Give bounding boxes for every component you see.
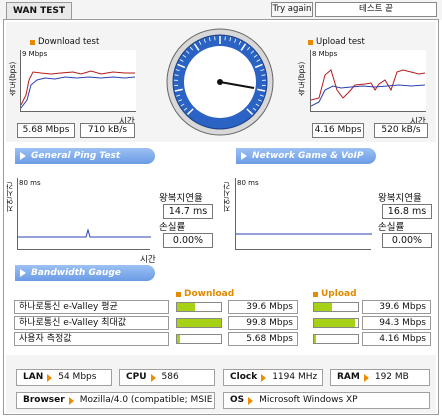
upload-ylabel: 속도(bps) (297, 61, 306, 96)
upload-chart-svg (310, 69, 426, 107)
arrow-icon (248, 396, 254, 405)
gauge-upload-fill (314, 335, 316, 343)
game-ylabel: 지연시간 (222, 182, 231, 212)
lan-info: LAN 54 Mbps (16, 369, 112, 386)
ping-rtt-label: 왕복지연율 (159, 193, 203, 204)
gauge-download-bar (176, 318, 222, 328)
browser-info: Browser Mozilla/4.0 (compatible; MSIE 6.0 (16, 392, 215, 409)
download-title: Download test (30, 37, 99, 47)
try-again-button[interactable]: Try again (271, 2, 313, 17)
game-loss-label: 손실률 (378, 222, 405, 233)
gauge-row-label: 하나로통신 e-Valley 평균 (14, 300, 169, 314)
game-voip-header: Network Game & VoIP Test (236, 148, 376, 177)
os-info: OS Microsoft Windows XP (223, 392, 430, 409)
upload-line-red (310, 69, 426, 101)
clock-info: Clock 1194 MHz (223, 369, 323, 386)
gauge-download-value: 99.8 Mbps (228, 316, 298, 330)
upload-speed-value: 4.16 Mbps (312, 123, 364, 138)
gauge-download-fill (177, 303, 195, 311)
bullet-icon (313, 291, 318, 297)
download-line-red (20, 70, 135, 106)
game-rtt-value: 16.8 ms (382, 204, 432, 219)
gauge-download-header: Download (176, 289, 234, 299)
gauge-upload-fill (314, 319, 356, 327)
bullet-icon (308, 39, 313, 45)
gauge-upload-fill (314, 303, 332, 311)
ram-info: RAM 192 MB (330, 369, 430, 386)
ping-max-tick: 80 ms (19, 179, 41, 187)
arrow-icon (68, 396, 74, 405)
arrow-icon (20, 152, 26, 160)
game-graph (235, 178, 372, 250)
download-max-tick: 9 Mbps (22, 50, 48, 58)
upload-title: Upload test (308, 37, 365, 47)
gauge-upload-value: 39.6 Mbps (362, 300, 431, 314)
arrow-icon (261, 373, 267, 382)
gauge-upload-bar (313, 334, 359, 344)
gauge-download-bar (176, 302, 222, 312)
gauge-row-label: 사용자 측정값 (14, 332, 169, 346)
ping-xlabel: 시간 (140, 255, 156, 265)
ping-line (18, 228, 151, 238)
gauge-upload-bar (313, 302, 359, 312)
bullet-icon (30, 39, 35, 45)
download-chart-svg (20, 70, 136, 109)
ping-loss-label: 손실률 (159, 222, 186, 233)
arrow-icon (241, 152, 247, 160)
cpu-info: CPU 586 (119, 369, 215, 386)
upload-kbs-value: 520 kB/s (374, 123, 428, 138)
gauge-upload-header: Upload (313, 289, 357, 299)
gauge-download-bar (176, 334, 222, 344)
ping-chart-svg (18, 228, 151, 238)
download-graph (20, 50, 136, 112)
gauge-upload-value: 4.16 Mbps (362, 332, 431, 346)
ping-rtt-value: 14.7 ms (163, 204, 213, 219)
game-loss-value: 0.00% (382, 233, 432, 248)
arrow-icon (363, 373, 369, 382)
gauge-upload-value: 94.3 Mbps (362, 316, 431, 330)
arrow-icon (150, 373, 156, 382)
gauge-upload-bar (313, 318, 359, 328)
gauge-row-label: 하나로통신 e-Valley 최대값 (14, 316, 169, 330)
arrow-icon (47, 373, 53, 382)
download-line-blue (20, 76, 136, 109)
speed-dial (165, 27, 275, 137)
game-chart-svg (236, 233, 372, 235)
status-field: 테스트 끝 (315, 2, 437, 17)
download-kbs-value: 710 kB/s (80, 123, 135, 138)
tab-wan-test[interactable]: WAN TEST (6, 2, 72, 20)
general-ping-header: General Ping Test (15, 148, 155, 164)
download-speed-value: 5.68 Mbps (17, 123, 75, 138)
upload-max-tick: 8 Mbps (312, 50, 338, 58)
gauge-download-value: 5.68 Mbps (228, 332, 298, 346)
download-ylabel: 속도(bps) (8, 61, 17, 96)
ping-loss-value: 0.00% (163, 233, 213, 248)
game-rtt-label: 왕복지연율 (378, 193, 422, 204)
ping-graph (17, 178, 151, 250)
game-max-tick: 80 ms (237, 179, 259, 187)
gauge-download-fill (177, 319, 221, 327)
gauge-download-fill (177, 335, 180, 343)
bandwidth-gauge-header: Bandwidth Gauge (15, 265, 155, 281)
gauge-download-value: 39.6 Mbps (228, 300, 298, 314)
upload-line-blue (310, 84, 426, 107)
upload-graph (310, 50, 426, 112)
bullet-icon (176, 291, 181, 297)
arrow-icon (20, 269, 26, 277)
ping-ylabel: 지연시간 (5, 182, 14, 212)
